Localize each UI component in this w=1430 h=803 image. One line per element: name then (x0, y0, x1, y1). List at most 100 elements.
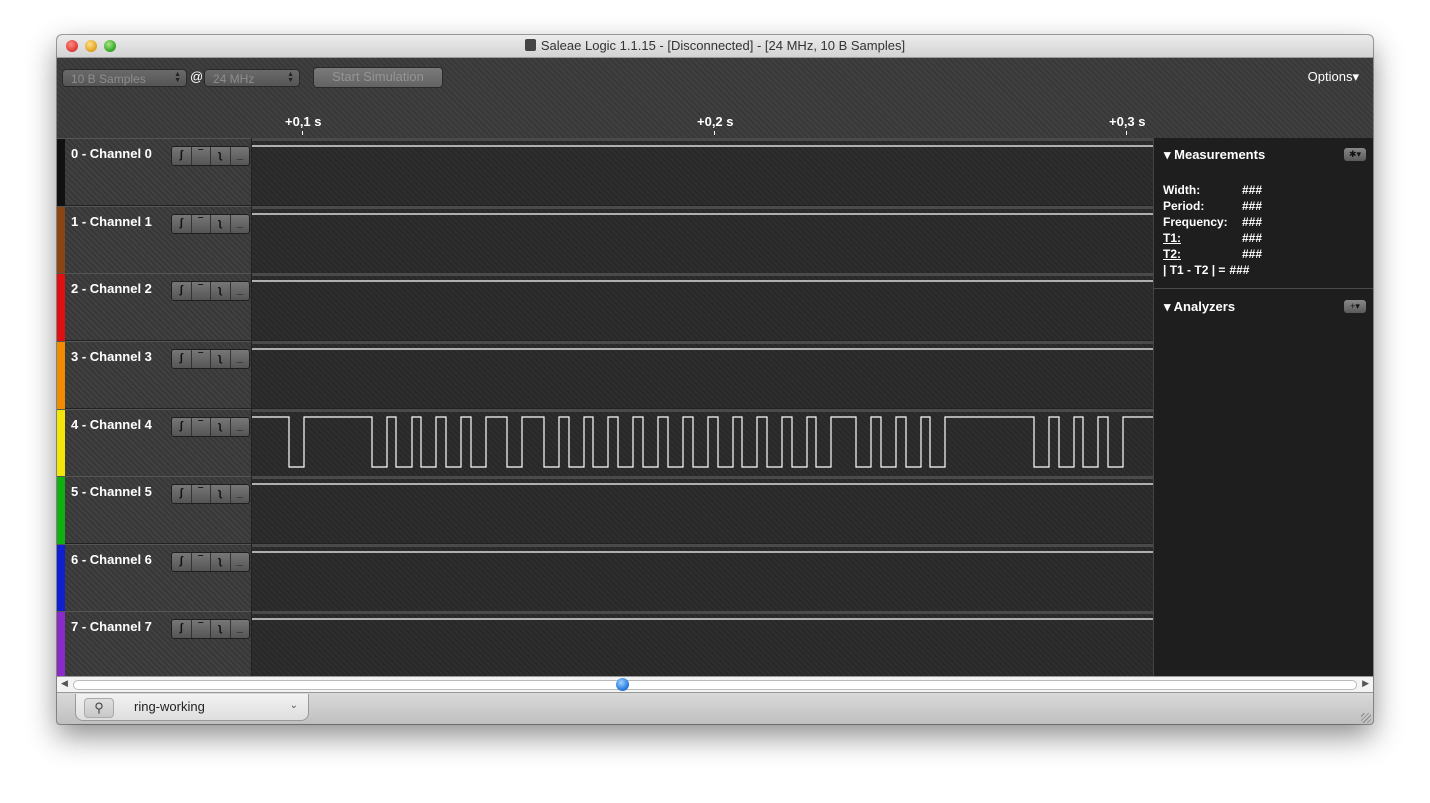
scroll-left-icon[interactable]: ◀ (61, 678, 68, 689)
chevron-down-icon[interactable]: ⌄ (290, 700, 298, 711)
trigger-buttons: ʃ ‾ ʅ _ (171, 349, 250, 369)
scroll-right-icon[interactable]: ▶ (1362, 678, 1369, 689)
trigger-buttons: ʃ ‾ ʅ _ (171, 281, 250, 301)
ruler-tick-mark (1126, 131, 1127, 135)
measurement-key[interactable]: T1: (1163, 230, 1242, 246)
rising-edge-trigger-button[interactable]: ʃ (172, 620, 192, 638)
measurement-key: Period: (1163, 199, 1205, 213)
sample-rate-select[interactable]: 24 MHz ▲ ▼ (204, 69, 300, 87)
low-level-trigger-button[interactable]: _ (231, 147, 250, 165)
channel-name[interactable]: 2 - Channel 2 (71, 281, 152, 296)
falling-edge-trigger-button[interactable]: ʅ (211, 350, 231, 368)
channel-name[interactable]: 0 - Channel 0 (71, 146, 152, 161)
channel-name[interactable]: 4 - Channel 4 (71, 417, 152, 432)
sample-count-select[interactable]: 10 B Samples ▲ ▼ (62, 69, 187, 87)
at-label: @ (190, 69, 204, 84)
falling-edge-trigger-button[interactable]: ʅ (211, 282, 231, 300)
rising-edge-trigger-button[interactable]: ʃ (172, 485, 192, 503)
analyzers-header[interactable]: ▾ Analyzers (1164, 299, 1235, 315)
high-level-trigger-button[interactable]: ‾ (192, 553, 211, 571)
channel-label-panel[interactable]: 1 - Channel 1 ʃ ‾ ʅ _ (57, 206, 251, 274)
scroll-thumb[interactable] (616, 678, 629, 691)
falling-edge-trigger-button[interactable]: ʅ (211, 147, 231, 165)
ruler-tick-label: +0,2 s (697, 114, 734, 129)
falling-edge-trigger-button[interactable]: ʅ (211, 215, 231, 233)
low-level-trigger-button[interactable]: _ (231, 418, 250, 436)
ruler-tick-mark (302, 131, 303, 135)
channel-name[interactable]: 1 - Channel 1 (71, 214, 152, 229)
channel-area: 0 - Channel 0 ʃ ‾ ʅ _ 1 - Channel 1 ʃ ‾ ʅ _ 2 - Ch… (57, 138, 1153, 679)
channel-row: 1 - Channel 1 ʃ ‾ ʅ _ (57, 206, 1153, 274)
measurements-header[interactable]: ▾ Measurements (1164, 147, 1265, 163)
low-level-trigger-button[interactable]: _ (231, 620, 250, 638)
add-analyzer-button[interactable]: +▾ (1344, 300, 1366, 313)
measurement-value: ### (1229, 263, 1250, 277)
signal-waveform (252, 280, 1153, 282)
low-level-trigger-button[interactable]: _ (231, 485, 250, 503)
high-level-trigger-button[interactable]: ‾ (192, 282, 211, 300)
channel-row: 5 - Channel 5 ʃ ‾ ʅ _ (57, 476, 1153, 544)
channel-label-panel[interactable]: 5 - Channel 5 ʃ ‾ ʅ _ (57, 476, 251, 544)
high-level-trigger-button[interactable]: ‾ (192, 215, 211, 233)
channel-label-panel[interactable]: 6 - Channel 6 ʃ ‾ ʅ _ (57, 544, 251, 612)
measurement-value: ### (1242, 247, 1263, 261)
high-level-trigger-button[interactable]: ‾ (192, 418, 211, 436)
high-level-trigger-button[interactable]: ‾ (192, 147, 211, 165)
channel-name[interactable]: 5 - Channel 5 (71, 484, 152, 499)
rising-edge-trigger-button[interactable]: ʃ (172, 553, 192, 571)
saleae-app-icon (524, 39, 536, 51)
trigger-buttons: ʃ ‾ ʅ _ (171, 146, 250, 166)
rising-edge-trigger-button[interactable]: ʃ (172, 215, 192, 233)
tab-bar: ⚲ ring-working ⌄ (57, 692, 1373, 724)
app-window: Saleae Logic 1.1.15 - [Disconnected] - [… (57, 35, 1373, 724)
rising-edge-trigger-button[interactable]: ʃ (172, 350, 192, 368)
channel-name[interactable]: 3 - Channel 3 (71, 349, 152, 364)
channel-name[interactable]: 7 - Channel 7 (71, 619, 152, 634)
falling-edge-trigger-button[interactable]: ʅ (211, 620, 231, 638)
falling-edge-trigger-button[interactable]: ʅ (211, 553, 231, 571)
low-level-trigger-button[interactable]: _ (231, 553, 250, 571)
measurement-value: ### (1242, 199, 1263, 213)
falling-edge-trigger-button[interactable]: ʅ (211, 418, 231, 436)
channel-label-panel[interactable]: 2 - Channel 2 ʃ ‾ ʅ _ (57, 273, 251, 341)
measurement-key: | T1 - T2 | = (1163, 263, 1226, 277)
signal-waveform (252, 551, 1153, 553)
ruler-tick-mark (714, 131, 715, 135)
channel-label-panel[interactable]: 0 - Channel 0 ʃ ‾ ʅ _ (57, 138, 251, 206)
high-level-trigger-button[interactable]: ‾ (192, 485, 211, 503)
rising-edge-trigger-button[interactable]: ʃ (172, 282, 192, 300)
high-level-trigger-button[interactable]: ‾ (192, 620, 211, 638)
start-simulation-button[interactable]: Start Simulation (313, 67, 443, 88)
channel-label-panel[interactable]: 4 - Channel 4 ʃ ‾ ʅ _ (57, 409, 251, 477)
trigger-buttons: ʃ ‾ ʅ _ (171, 619, 250, 639)
rising-edge-trigger-button[interactable]: ʃ (172, 147, 192, 165)
measurement-row: Frequency: ### (1163, 214, 1262, 230)
channel-row: 0 - Channel 0 ʃ ‾ ʅ _ (57, 138, 1153, 206)
falling-edge-trigger-button[interactable]: ʅ (211, 485, 231, 503)
window-title: Saleae Logic 1.1.15 - [Disconnected] - [… (57, 38, 1373, 53)
stepper-icon: ▲ ▼ (287, 71, 294, 84)
high-level-trigger-button[interactable]: ‾ (192, 350, 211, 368)
channel-name[interactable]: 6 - Channel 6 (71, 552, 152, 567)
measurement-row: | T1 - T2 | = ### (1163, 262, 1262, 278)
resize-grip-icon[interactable] (1361, 713, 1371, 723)
low-level-trigger-button[interactable]: _ (231, 282, 250, 300)
stepper-icon: ▲ ▼ (174, 71, 181, 84)
measurement-key[interactable]: T2: (1163, 246, 1242, 262)
channel-label-panel[interactable]: 3 - Channel 3 ʃ ‾ ʅ _ (57, 341, 251, 409)
channel-color-swatch (57, 477, 65, 544)
search-icon[interactable]: ⚲ (84, 698, 114, 718)
rising-edge-trigger-button[interactable]: ʃ (172, 418, 192, 436)
channel-label-panel[interactable]: 7 - Channel 7 ʃ ‾ ʅ _ (57, 611, 251, 679)
scroll-track[interactable] (73, 680, 1357, 690)
trigger-buttons: ʃ ‾ ʅ _ (171, 214, 250, 234)
signal-waveform (252, 213, 1153, 215)
channel-color-swatch (57, 274, 65, 341)
horizontal-scrollbar[interactable]: ◀ ▶ (57, 676, 1373, 693)
tab-ring-working[interactable]: ⚲ ring-working ⌄ (75, 694, 309, 721)
tab-label: ring-working (134, 699, 205, 714)
measurements-settings-button[interactable]: ✱▾ (1344, 148, 1366, 161)
options-menu[interactable]: Options▾ (1308, 69, 1359, 85)
low-level-trigger-button[interactable]: _ (231, 215, 250, 233)
low-level-trigger-button[interactable]: _ (231, 350, 250, 368)
